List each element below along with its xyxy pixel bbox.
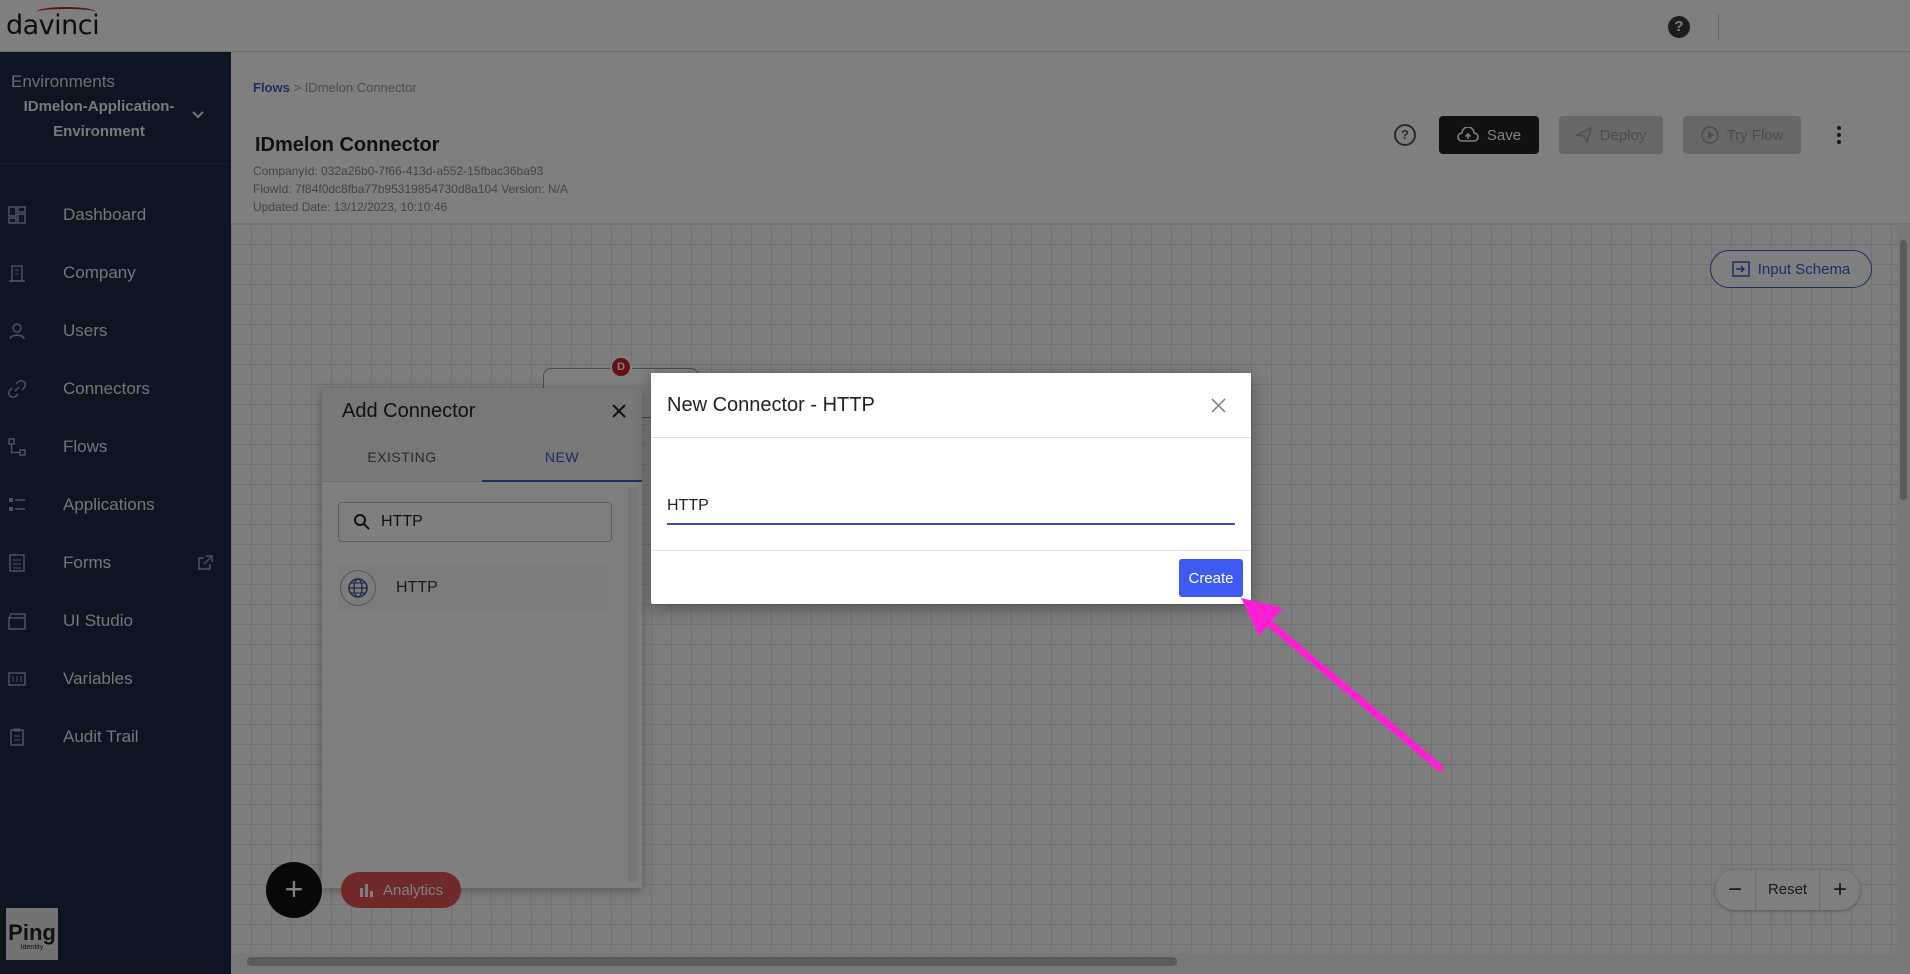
divider [651, 550, 1251, 551]
dialog-header: New Connector - HTTP [651, 373, 1251, 438]
app-root: davinci ? Environments IDmelon-Applicati… [0, 0, 1910, 974]
dialog-title: New Connector - HTTP [667, 394, 875, 416]
close-icon[interactable] [1210, 397, 1227, 414]
create-button[interactable]: Create [1179, 559, 1243, 597]
new-connector-dialog: New Connector - HTTP Create [651, 373, 1251, 604]
connector-name-input[interactable] [667, 489, 1235, 525]
